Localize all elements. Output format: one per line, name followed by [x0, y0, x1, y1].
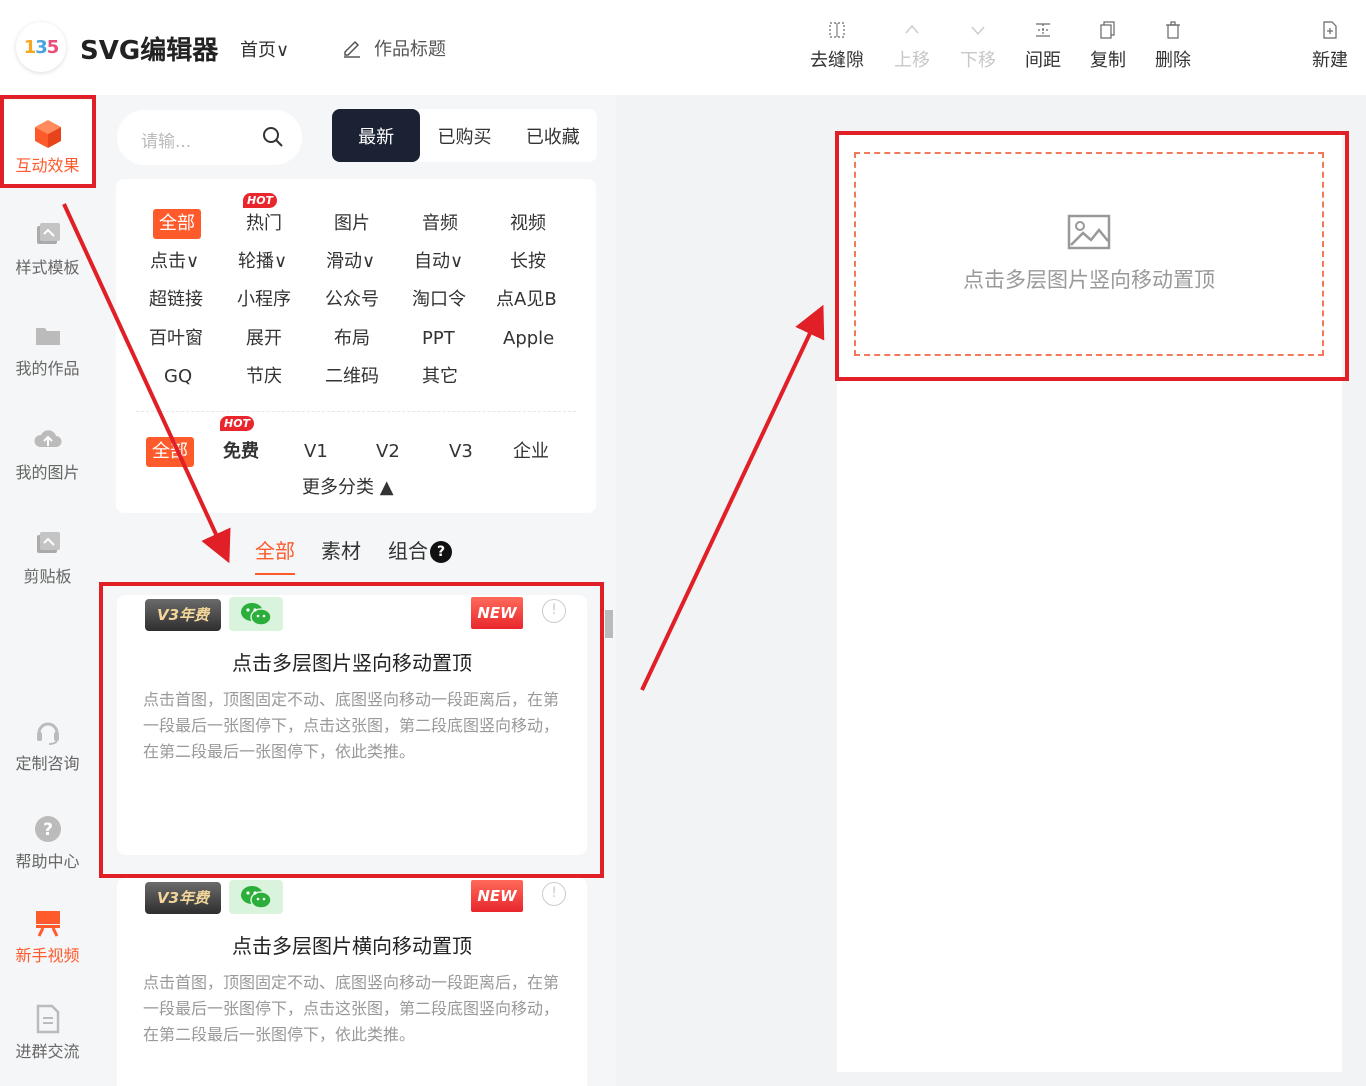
work-title-label: 作品标题 [374, 39, 446, 60]
tab-latest[interactable]: 最新 [332, 109, 421, 162]
category-mini-program[interactable]: 小程序 [237, 285, 291, 315]
category-divider [136, 411, 576, 412]
price-free[interactable]: 免费 [223, 437, 259, 467]
category-festival[interactable]: 节庆 [246, 362, 282, 392]
annotation-box-canvas [835, 131, 1349, 381]
category-card: 全部 热门 HOT 图片 音频 视频 点击∨ 轮播∨ 滑动∨ 自动∨ 长按 超链… [116, 179, 596, 513]
category-hot[interactable]: 热门 [246, 209, 282, 239]
document-icon [0, 1004, 95, 1038]
scrollbar-thumb[interactable] [605, 610, 613, 638]
new-file-icon [1295, 20, 1365, 46]
folder-icon [0, 321, 95, 355]
left-sidebar: 互动效果 样式模板 我的作品 我的图片 剪贴板 定制咨询 ? 帮助中心 新手视频… [0, 95, 95, 1086]
category-carousel[interactable]: 轮播∨ [238, 247, 287, 277]
category-apple[interactable]: Apple [503, 324, 554, 354]
search-icon[interactable] [262, 126, 284, 148]
search-placeholder: 请输... [141, 132, 192, 152]
category-official-account[interactable]: 公众号 [325, 285, 379, 315]
category-all[interactable]: 全部 [153, 209, 201, 239]
trash-icon [1138, 20, 1208, 46]
hot-badge: HOT [220, 416, 255, 431]
panel-scrollbar[interactable] [604, 600, 614, 1084]
home-dropdown[interactable]: 首页∨ [240, 36, 289, 62]
category-layout[interactable]: 布局 [334, 324, 370, 354]
sub-tab-all[interactable]: 全部 [255, 535, 295, 575]
headset-icon [0, 716, 95, 750]
v3-annual-badge: V3年费 [145, 882, 221, 914]
delete-button[interactable]: 删除 [1138, 20, 1208, 72]
category-blinds[interactable]: 百叶窗 [149, 324, 203, 354]
category-audio[interactable]: 音频 [422, 209, 458, 239]
template-icon [0, 220, 95, 254]
video-icon [0, 908, 95, 942]
category-auto[interactable]: 自动∨ [414, 247, 463, 277]
sub-tab-material[interactable]: 素材 [321, 535, 361, 575]
app-logo[interactable]: 135 [16, 22, 66, 72]
app-name: SVG编辑器 [80, 36, 219, 66]
help-icon: ? [0, 814, 95, 848]
remove-gap-button[interactable]: 去缝隙 [802, 20, 872, 72]
effect-description: 点击首图，顶图固定不动、底图竖向移动一段距离后，在第一段最后一张图停下，点击这张… [143, 973, 560, 1044]
sidebar-item-join-group[interactable]: 进群交流 [0, 1004, 95, 1062]
category-gq[interactable]: GQ [164, 362, 192, 392]
effect-title: 点击多层图片横向移动置顶 [232, 934, 472, 958]
top-bar: 135 SVG编辑器 首页∨ 作品标题 去缝隙 上移 下移 间距 复制 删除 新… [0, 0, 1366, 95]
clipboard-icon [0, 529, 95, 563]
sidebar-item-custom-consult[interactable]: 定制咨询 [0, 716, 95, 774]
more-categories-toggle[interactable]: 更多分类 ▲ [302, 473, 394, 499]
price-v3[interactable]: V3 [449, 437, 473, 467]
filter-tabs: 最新 已购买 已收藏 [332, 109, 597, 162]
category-qrcode[interactable]: 二维码 [325, 362, 379, 392]
cloud-upload-icon [0, 425, 95, 459]
copy-button[interactable]: 复制 [1073, 20, 1143, 72]
category-other[interactable]: 其它 [422, 362, 458, 392]
price-v2[interactable]: V2 [376, 437, 400, 467]
wechat-icon [229, 880, 283, 914]
category-ppt[interactable]: PPT [422, 324, 455, 354]
effect-card[interactable]: V3年费 NEW ! 点击多层图片横向移动置顶 点击首图，顶图固定不动、底图竖向… [117, 878, 587, 1086]
copy-icon [1073, 20, 1143, 46]
annotation-box-card [99, 582, 604, 878]
grid-icon [802, 20, 872, 46]
spacing-icon [1008, 20, 1078, 46]
tab-purchased[interactable]: 已购买 [420, 109, 508, 162]
category-click[interactable]: 点击∨ [150, 247, 199, 277]
annotation-box-sidebar [0, 95, 96, 188]
sidebar-item-help-center[interactable]: ? 帮助中心 [0, 814, 95, 872]
work-title-edit[interactable]: 作品标题 [342, 35, 446, 61]
category-expand[interactable]: 展开 [246, 324, 282, 354]
price-v1[interactable]: V1 [304, 437, 328, 467]
chevron-up-icon [877, 20, 947, 46]
sidebar-item-my-images[interactable]: 我的图片 [0, 425, 95, 483]
search-input[interactable]: 请输... [117, 110, 302, 165]
category-hyperlink[interactable]: 超链接 [149, 285, 203, 315]
price-enterprise[interactable]: 企业 [513, 437, 549, 467]
question-icon[interactable]: ? [430, 541, 452, 563]
hot-badge: HOT [243, 193, 278, 208]
svg-text:?: ? [43, 820, 53, 840]
sidebar-item-style-templates[interactable]: 样式模板 [0, 220, 95, 278]
category-slide[interactable]: 滑动∨ [326, 247, 375, 277]
tab-favorited[interactable]: 已收藏 [509, 109, 597, 162]
move-up-button[interactable]: 上移 [877, 20, 947, 72]
info-icon[interactable]: ! [542, 882, 566, 906]
sidebar-item-beginner-videos[interactable]: 新手视频 [0, 908, 95, 966]
new-button[interactable]: 新建 [1295, 20, 1365, 72]
chevron-down-icon [943, 20, 1013, 46]
category-long-press[interactable]: 长按 [510, 247, 546, 277]
category-click-a-see-b[interactable]: 点A见B [496, 285, 557, 315]
move-down-button[interactable]: 下移 [943, 20, 1013, 72]
spacing-button[interactable]: 间距 [1008, 20, 1078, 72]
new-badge: NEW [471, 880, 523, 912]
sidebar-item-my-works[interactable]: 我的作品 [0, 321, 95, 379]
pencil-icon [344, 40, 360, 58]
category-image[interactable]: 图片 [334, 209, 370, 239]
sub-tab-combo[interactable]: 组合? [388, 535, 452, 575]
sub-tabs: 全部 素材 组合? [95, 535, 616, 575]
category-taobao-code[interactable]: 淘口令 [412, 285, 466, 315]
sidebar-item-clipboard[interactable]: 剪贴板 [0, 529, 95, 587]
category-video[interactable]: 视频 [510, 209, 546, 239]
price-all[interactable]: 全部 [146, 437, 194, 467]
